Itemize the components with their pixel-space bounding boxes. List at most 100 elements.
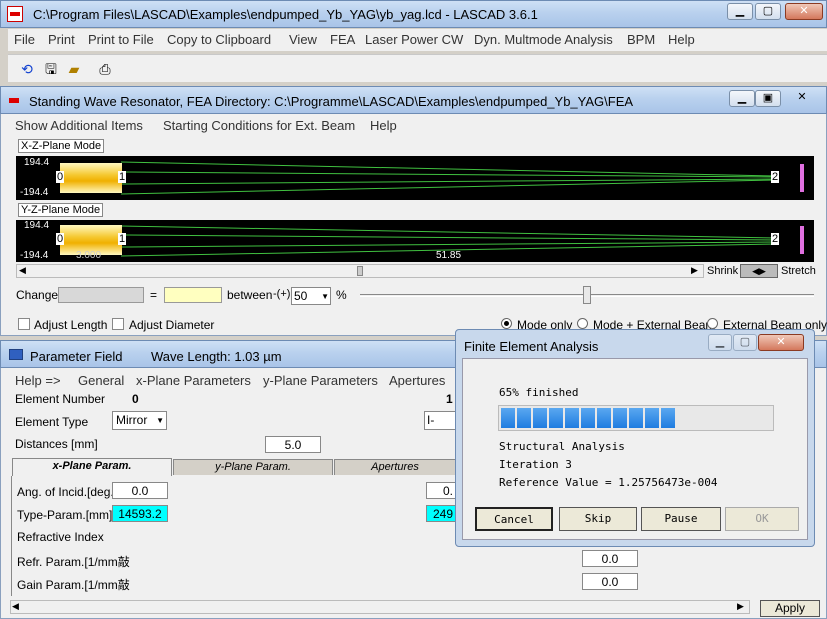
mode-only-radio[interactable] <box>501 318 512 329</box>
mode-ext-radio[interactable] <box>577 318 588 329</box>
fea-pause-button[interactable]: Pause <box>641 507 721 531</box>
type-param-field-2[interactable]: 249 <box>426 505 456 522</box>
printer-icon[interactable]: ⎙ <box>94 58 116 80</box>
yz-plane-view[interactable]: 194.4 -194.4 0 1 2 3.000 51.85 <box>16 220 814 262</box>
menu-apertures[interactable]: Apertures <box>389 373 445 388</box>
distances-field[interactable]: 5.0 <box>265 436 321 453</box>
element-type-select-2[interactable]: I-Face <box>424 411 456 430</box>
angle-label: Ang. of Incid.[deg.] <box>17 485 118 499</box>
tab-x-plane[interactable]: x-Plane Param. <box>12 458 172 476</box>
resonator-title-bar: Standing Wave Resonator, FEA Directory: … <box>0 86 827 114</box>
xz-element-1: 1 <box>118 171 127 183</box>
element-number-1: 1 <box>446 392 453 406</box>
refresh-icon[interactable]: ⟲ <box>16 58 38 80</box>
parameter-title: Parameter Field <box>30 349 123 364</box>
xz-axis-top: 194.4 <box>24 157 50 168</box>
resonator-hscrollbar[interactable]: ◀ ▶ <box>16 264 704 278</box>
menu-view[interactable]: View <box>289 32 317 47</box>
chevron-down-icon: ▼ <box>321 292 329 301</box>
progress-segment <box>613 408 627 428</box>
gain-param-field[interactable]: 0.0 <box>582 573 638 590</box>
change-value-field[interactable] <box>164 287 222 303</box>
menu-help[interactable]: Help <box>668 32 695 47</box>
resonator-minimize-button[interactable]: ▁ <box>729 90 755 107</box>
scroll-left-arrow-icon[interactable]: ◀ <box>12 601 19 612</box>
change-slider[interactable] <box>360 286 814 307</box>
menu-param-help[interactable]: Help => <box>15 373 61 388</box>
resonator-title: Standing Wave Resonator, FEA Directory: … <box>29 94 634 109</box>
slider-thumb[interactable] <box>583 286 591 304</box>
yz-plane-label: Y-Z-Plane Mode <box>18 203 104 217</box>
parameter-icon <box>9 349 23 360</box>
progress-segment <box>661 408 675 428</box>
menu-x-plane[interactable]: x-Plane Parameters <box>136 373 251 388</box>
resonator-maximize-button[interactable]: ▣ <box>755 90 781 107</box>
menu-bpm[interactable]: BPM <box>627 32 655 47</box>
percent-label: % <box>336 288 347 302</box>
type-param-label: Type-Param.[mm] <box>17 508 113 522</box>
main-title: C:\Program Files\LASCAD\Examples\endpump… <box>33 7 538 22</box>
fea-reference-text: Reference Value = 1.25756473e-004 <box>499 476 718 489</box>
close-button[interactable]: ✕ <box>785 3 823 20</box>
menu-starting-conditions[interactable]: Starting Conditions for Ext. Beam <box>163 118 355 133</box>
element-type-select[interactable]: Mirror ▼ <box>112 411 167 430</box>
ext-only-radio[interactable] <box>707 318 718 329</box>
xz-crystal-rod <box>60 163 122 193</box>
element-number-label: Element Number <box>15 392 106 406</box>
menu-general[interactable]: General <box>78 373 124 388</box>
minimize-button[interactable]: ▁ <box>727 3 753 20</box>
adjust-length-checkbox[interactable] <box>18 318 30 330</box>
save-icon[interactable]: 🖫 <box>40 58 62 80</box>
stretch-label[interactable]: Stretch <box>781 265 816 277</box>
tab-y-plane[interactable]: y-Plane Param. <box>173 459 333 475</box>
angle-field[interactable]: 0.0 <box>112 482 168 499</box>
parameter-menubar: Help => General x-Plane Parameters y-Pla… <box>8 371 453 391</box>
menu-print[interactable]: Print <box>48 32 75 47</box>
yz-element-2: 2 <box>771 233 780 245</box>
open-folder-icon[interactable]: ▰ <box>63 58 85 80</box>
fea-cancel-button[interactable]: Cancel <box>475 507 553 531</box>
resonator-close-button[interactable]: ✕ <box>789 90 815 107</box>
shrink-label[interactable]: Shrink <box>707 265 738 277</box>
scroll-left-arrow-icon[interactable]: ◀ <box>19 265 26 276</box>
menu-fea[interactable]: FEA <box>330 32 355 47</box>
menu-copy-clipboard[interactable]: Copy to Clipboard <box>167 32 271 47</box>
fea-minimize-button[interactable]: ▁ <box>708 334 732 351</box>
menu-print-to-file[interactable]: Print to File <box>88 32 154 47</box>
xz-axis-bottom: -194.4 <box>20 187 49 198</box>
element-type-value-2: I-Face <box>427 413 435 427</box>
angle-field-2[interactable]: 0. <box>426 482 456 499</box>
progress-segment <box>517 408 531 428</box>
scroll-right-arrow-icon[interactable]: ▶ <box>737 601 744 612</box>
scroll-right-arrow-icon[interactable]: ▶ <box>691 265 698 276</box>
fea-close-button[interactable]: ✕ <box>758 334 804 351</box>
percent-select[interactable]: 50 ▼ <box>291 287 331 305</box>
fea-ok-button[interactable]: OK <box>725 507 799 531</box>
shrink-stretch-arrows-icon[interactable]: ◀▶ <box>740 264 778 278</box>
position-mid: 51.85 <box>436 250 462 261</box>
menu-dyn-multmode[interactable]: Dyn. Multmode Analysis <box>474 32 613 47</box>
apply-button[interactable]: Apply <box>760 600 820 617</box>
type-param-field[interactable]: 14593.2 <box>112 505 168 522</box>
main-toolbar: ⟲ 🖫 ▰ ⎙ <box>8 54 827 82</box>
fea-maximize-button[interactable]: ▢ <box>733 334 757 351</box>
param-hscrollbar[interactable]: ▶ <box>10 600 750 614</box>
menu-show-additional[interactable]: Show Additional Items <box>15 118 143 133</box>
menu-resonator-help[interactable]: Help <box>370 118 397 133</box>
scroll-thumb[interactable] <box>357 266 363 276</box>
adjust-length-label: Adjust Length <box>34 318 108 332</box>
maximize-button[interactable]: ▢ <box>755 3 781 20</box>
fea-dialog: Finite Element Analysis ▁ ▢ ✕ 65% finish… <box>455 329 815 547</box>
fea-skip-button[interactable]: Skip <box>559 507 637 531</box>
menu-y-plane[interactable]: y-Plane Parameters <box>263 373 378 388</box>
wavelength-label: Wave Length: 1.03 µm <box>151 349 282 364</box>
progress-segment <box>581 408 595 428</box>
adjust-diameter-checkbox[interactable] <box>112 318 124 330</box>
menu-file[interactable]: File <box>14 32 35 47</box>
refr-param-field[interactable]: 0.0 <box>582 550 638 567</box>
element-type-value: Mirror <box>116 413 148 427</box>
menu-laser-power[interactable]: Laser Power CW <box>365 32 463 47</box>
main-title-bar: C:\Program Files\LASCAD\Examples\endpump… <box>0 0 827 28</box>
xz-plane-view[interactable]: 194.4 -194.4 0 1 2 <box>16 156 814 200</box>
tab-apertures[interactable]: Apertures <box>334 459 456 475</box>
